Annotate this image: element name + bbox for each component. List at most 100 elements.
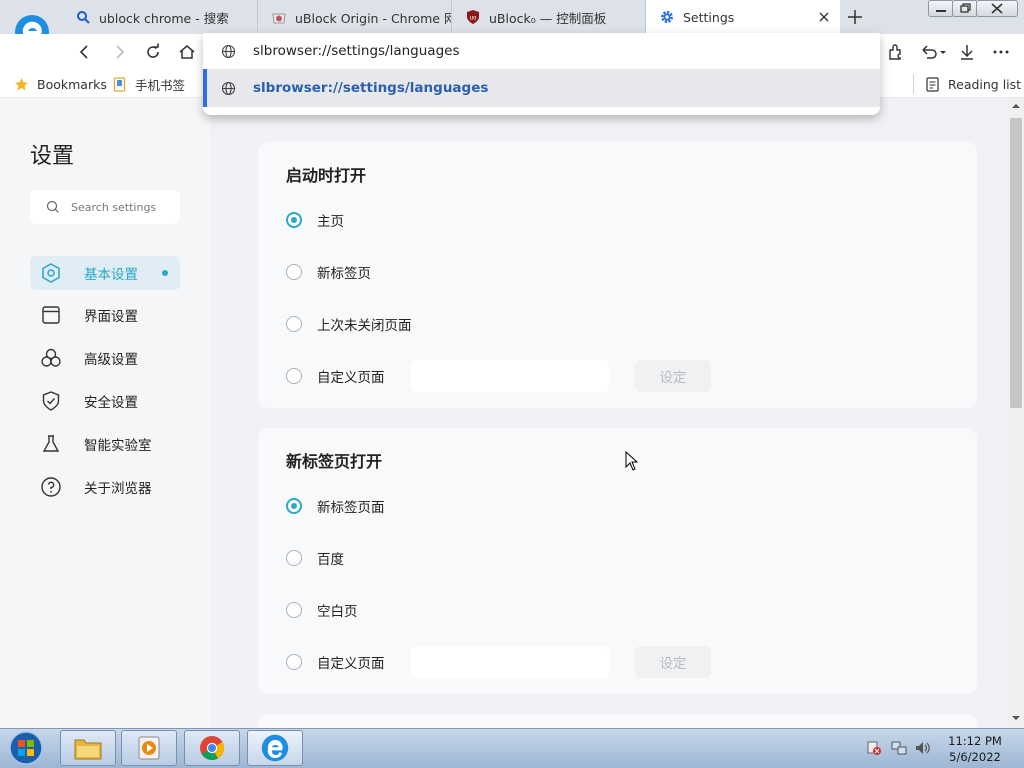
taskbar-media-player[interactable] xyxy=(121,730,177,766)
scrollbar-thumb[interactable] xyxy=(1010,118,1022,408)
startup-option-newtab[interactable]: 新标签页 xyxy=(286,260,371,284)
newtab-card: 新标签页打开 新标签页面 百度 空白页 自定义页面 设定 xyxy=(258,428,977,694)
more-menu-icon[interactable] xyxy=(988,39,1014,65)
sidebar-item-basic[interactable]: 基本设置 xyxy=(30,256,180,290)
option-label: 自定义页面 xyxy=(317,656,385,672)
mobile-bookmarks-button[interactable]: 手机书签 xyxy=(112,74,185,94)
undo-close-tab-button[interactable] xyxy=(916,39,950,65)
bookmarks-label: Bookmarks xyxy=(37,76,107,92)
sidebar-item-interface[interactable]: 界面设置 xyxy=(30,298,180,332)
section-title: 启动时打开 xyxy=(286,166,367,185)
taskbar-chrome[interactable] xyxy=(184,730,240,766)
forward-button[interactable] xyxy=(106,39,132,65)
tab-settings[interactable]: Settings xyxy=(646,0,840,34)
newtab-option-baidu[interactable]: 百度 xyxy=(286,546,344,570)
help-icon xyxy=(40,476,62,498)
tab-ublock-search[interactable]: ublock chrome - 搜索 xyxy=(62,0,258,34)
newtab-set-button[interactable]: 设定 xyxy=(635,646,711,678)
tab-title: ublock chrome - 搜索 xyxy=(99,10,229,26)
search-settings-box[interactable] xyxy=(30,190,181,224)
bookmarks-divider xyxy=(913,74,914,94)
network-icon[interactable] xyxy=(891,740,907,756)
tab-ublock-webstore[interactable]: uBlock Origin - Chrome 网上 xyxy=(258,0,452,34)
back-button[interactable] xyxy=(72,39,98,65)
option-label: 自定义页面 xyxy=(317,370,385,386)
option-label: 新标签页 xyxy=(317,266,371,282)
address-suggestion[interactable]: slbrowser://settings/languages xyxy=(203,69,880,107)
radio-button[interactable] xyxy=(286,654,302,670)
ublock-icon: uo xyxy=(466,10,480,24)
sidebar-item-label: 界面设置 xyxy=(84,309,138,325)
address-input-text[interactable]: slbrowser://settings/languages xyxy=(253,43,459,59)
globe-icon xyxy=(221,44,236,59)
sidebar-item-security[interactable]: 安全设置 xyxy=(30,384,180,418)
newtab-option-custom[interactable]: 自定义页面 xyxy=(286,650,385,674)
newtab-option-blank[interactable]: 空白页 xyxy=(286,598,358,622)
star-icon xyxy=(14,77,29,92)
download-icon[interactable] xyxy=(954,39,980,65)
startup-option-custom[interactable]: 自定义页面 xyxy=(286,364,385,388)
browser-logo-icon xyxy=(261,734,289,762)
radio-button[interactable] xyxy=(286,264,302,280)
taskbar-explorer[interactable] xyxy=(60,730,116,766)
radio-button[interactable] xyxy=(286,316,302,332)
radio-button[interactable] xyxy=(286,550,302,566)
reading-list-label: Reading list xyxy=(948,76,1022,92)
suggestion-text: slbrowser://settings/languages xyxy=(253,80,489,96)
radio-button[interactable] xyxy=(286,368,302,384)
newtab-custom-url-input[interactable] xyxy=(411,646,609,678)
mobile-bookmark-icon xyxy=(112,76,127,92)
address-bar-dropdown: slbrowser://settings/languages slbrowser… xyxy=(203,33,880,115)
home-button[interactable] xyxy=(174,39,200,65)
new-tab-button[interactable] xyxy=(844,6,866,28)
mouse-cursor-icon xyxy=(625,451,639,471)
sidebar-item-lab[interactable]: 智能实验室 xyxy=(30,427,180,461)
globe-icon xyxy=(221,81,236,96)
sidebar-item-about[interactable]: 关于浏览器 xyxy=(30,470,180,504)
option-label: 上次未关闭页面 xyxy=(317,318,412,334)
chrome-webstore-icon xyxy=(272,10,286,24)
radio-button[interactable] xyxy=(286,212,302,228)
taskbar-browser[interactable] xyxy=(247,730,303,766)
taskbar-clock[interactable]: 11:12 PM 5/6/2022 xyxy=(930,733,1020,765)
flask-icon xyxy=(40,433,62,455)
reading-list-button[interactable]: Reading list xyxy=(925,74,1021,94)
scroll-down-icon[interactable] xyxy=(1010,712,1022,724)
page-title: 设置 xyxy=(30,144,75,169)
reload-button[interactable] xyxy=(140,39,166,65)
search-settings-input[interactable] xyxy=(71,200,181,214)
sidebar-item-label: 关于浏览器 xyxy=(84,481,152,497)
startup-option-restore[interactable]: 上次未关闭页面 xyxy=(286,312,412,336)
search-icon xyxy=(76,10,90,24)
extensions-icon[interactable] xyxy=(882,39,908,65)
option-label: 空白页 xyxy=(317,604,358,620)
newtab-option-newtab[interactable]: 新标签页面 xyxy=(286,494,385,518)
radio-button[interactable] xyxy=(286,498,302,514)
tab-title: uBlock Origin - Chrome 网上 xyxy=(295,10,452,26)
tab-title: uBlock₀ — 控制面板 xyxy=(489,10,607,26)
sidebar-item-advanced[interactable]: 高级设置 xyxy=(30,341,180,375)
active-indicator xyxy=(162,270,168,276)
restore-button[interactable] xyxy=(952,0,978,17)
bookmarks-button[interactable]: Bookmarks xyxy=(14,74,107,94)
option-label: 主页 xyxy=(317,214,344,230)
sidebar-item-label: 基本设置 xyxy=(84,267,138,283)
window-icon xyxy=(40,304,62,326)
close-window-button[interactable] xyxy=(976,0,1018,17)
startup-custom-url-input[interactable] xyxy=(411,360,609,392)
option-label: 百度 xyxy=(317,552,344,568)
close-tab-icon[interactable] xyxy=(816,9,832,25)
startup-set-button[interactable]: 设定 xyxy=(635,360,711,392)
action-center-icon[interactable] xyxy=(866,740,882,756)
startup-option-home[interactable]: 主页 xyxy=(286,208,344,232)
tab-ublock-dashboard[interactable]: uo uBlock₀ — 控制面板 xyxy=(452,0,646,34)
startup-card: 启动时打开 主页 新标签页 上次未关闭页面 自定义页面 设定 xyxy=(258,142,977,408)
reading-list-icon xyxy=(925,76,940,92)
advanced-icon xyxy=(40,347,62,369)
minimize-button[interactable] xyxy=(928,0,954,17)
clock-time: 11:12 PM xyxy=(948,734,1002,748)
radio-button[interactable] xyxy=(286,602,302,618)
start-button[interactable] xyxy=(4,730,48,766)
address-bar[interactable]: slbrowser://settings/languages xyxy=(203,33,880,69)
scroll-up-icon[interactable] xyxy=(1010,100,1022,112)
